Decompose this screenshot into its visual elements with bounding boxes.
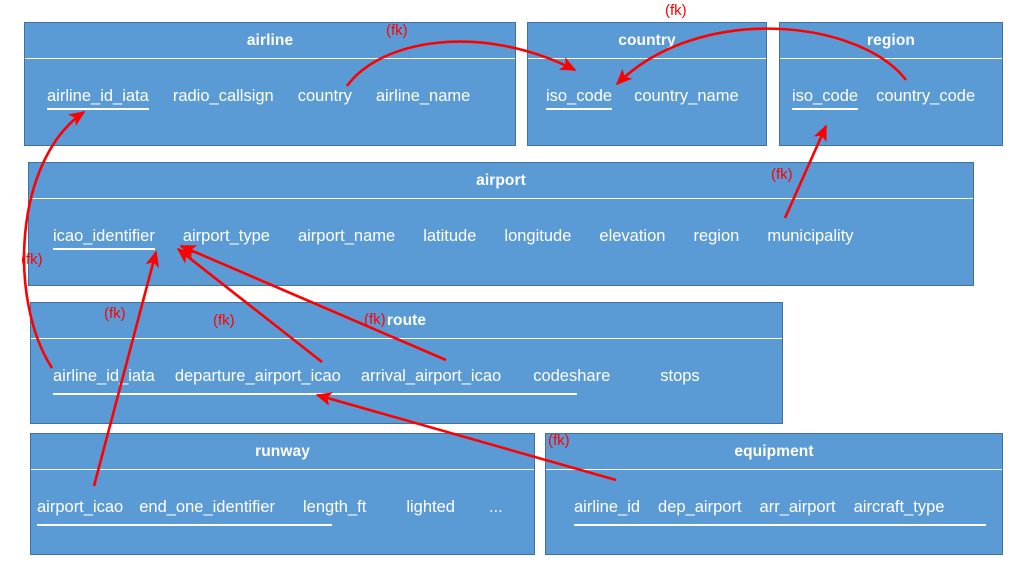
attribute-runway-end-one-identifier: end_one_identifier — [139, 498, 275, 516]
attribute-route-codeshare: codeshare — [533, 367, 611, 385]
entity-airport-header: airport — [29, 163, 973, 199]
fk-label-equipment-route: (fk) — [548, 432, 570, 449]
attribute-airline-airline-name: airline_name — [375, 87, 471, 105]
attribute-airline-airline-id-iata: airline_id_iata — [47, 87, 149, 110]
fk-label-route-departure-airport: (fk) — [213, 312, 235, 329]
entity-route-body: airline_id_iata departure_airport_icao a… — [31, 339, 782, 423]
entity-region-title: region — [867, 31, 915, 49]
attribute-airport-latitude: latitude — [423, 227, 477, 245]
entity-country-body: iso_code country_name — [528, 59, 766, 145]
attribute-airport-region: region — [693, 227, 740, 245]
entity-region-header: region — [780, 23, 1002, 59]
entity-country-title: country — [618, 31, 676, 49]
fk-label-region-country: (fk) — [665, 2, 687, 19]
entity-equipment-title: equipment — [734, 442, 814, 460]
fk-label-airline-country: (fk) — [386, 22, 408, 39]
attribute-airport-municipality: municipality — [767, 227, 854, 245]
fk-label-runway-airport: (fk) — [104, 305, 126, 322]
attribute-country-iso-code: iso_code — [546, 87, 613, 110]
entity-airline[interactable]: airline airline_id_iata radio_callsign c… — [24, 22, 516, 146]
fk-label-route-arrival-airport: (fk) — [364, 311, 386, 328]
entity-airport-title: airport — [476, 171, 526, 189]
runway-composite-key-underline — [37, 524, 332, 526]
entity-runway[interactable]: runway airport_icao end_one_identifier l… — [30, 433, 535, 555]
attribute-equipment-arr-airport: arr_airport — [759, 498, 836, 516]
attribute-equipment-aircraft-type: aircraft_type — [853, 498, 945, 516]
entity-airport-body: icao_identifier airport_type airport_nam… — [29, 199, 973, 285]
entity-route-title: route — [386, 311, 427, 329]
entity-airline-header: airline — [25, 23, 515, 59]
entity-runway-title: runway — [255, 442, 310, 460]
entity-country[interactable]: country iso_code country_name — [527, 22, 767, 146]
fk-label-airport-region: (fk) — [771, 166, 793, 183]
entity-equipment-body: airline_id dep_airport arr_airport aircr… — [546, 470, 1002, 554]
attribute-route-arrival-airport-icao: arrival_airport_icao — [360, 367, 502, 385]
entity-region[interactable]: region iso_code country_code — [779, 22, 1003, 146]
attribute-airport-elevation: elevation — [599, 227, 666, 245]
attribute-equipment-dep-airport: dep_airport — [658, 498, 742, 516]
entity-route[interactable]: route airline_id_iata departure_airport_… — [30, 302, 783, 424]
attribute-equipment-airline-id: airline_id — [574, 498, 641, 516]
entity-country-header: country — [528, 23, 766, 59]
attribute-airport-longitude: longitude — [504, 227, 572, 245]
attribute-airline-radio-callsign: radio_callsign — [172, 87, 274, 105]
attribute-airline-country: country — [297, 87, 352, 105]
entity-airport[interactable]: airport icao_identifier airport_type air… — [28, 162, 974, 286]
attribute-runway-length-ft: length_ft — [303, 498, 367, 516]
attribute-route-departure-airport-icao: departure_airport_icao — [174, 367, 341, 385]
attribute-runway-ellipsis: ... — [488, 498, 503, 516]
attribute-airport-airport-name: airport_name — [297, 227, 396, 245]
entity-equipment[interactable]: equipment airline_id dep_airport arr_air… — [545, 433, 1003, 555]
entity-equipment-header: equipment — [546, 434, 1002, 470]
attribute-region-iso-code: iso_code — [792, 87, 859, 110]
entity-runway-header: runway — [31, 434, 534, 470]
attribute-runway-lighted: lighted — [406, 498, 455, 516]
attribute-route-airline-id-iata: airline_id_iata — [53, 367, 155, 385]
attribute-route-stops: stops — [660, 367, 700, 385]
entity-airline-body: airline_id_iata radio_callsign country a… — [25, 59, 515, 145]
attribute-country-country-name: country_name — [634, 87, 739, 105]
attribute-region-country-code: country_code — [876, 87, 976, 105]
fk-label-route-airline: (fk) — [21, 251, 43, 268]
entity-route-header: route — [31, 303, 782, 339]
equipment-composite-key-underline — [574, 524, 986, 526]
attribute-airport-icao-identifier: icao_identifier — [53, 227, 155, 250]
er-diagram-canvas: (fk) (fk) (fk) (fk) (fk) (fk) (fk) (fk) … — [0, 0, 1024, 585]
entity-runway-body: airport_icao end_one_identifier length_f… — [31, 470, 534, 554]
route-composite-key-underline — [53, 393, 577, 395]
attribute-runway-airport-icao: airport_icao — [37, 498, 124, 516]
entity-region-body: iso_code country_code — [780, 59, 1002, 145]
entity-airline-title: airline — [246, 31, 294, 49]
attribute-airport-airport-type: airport_type — [182, 227, 270, 245]
